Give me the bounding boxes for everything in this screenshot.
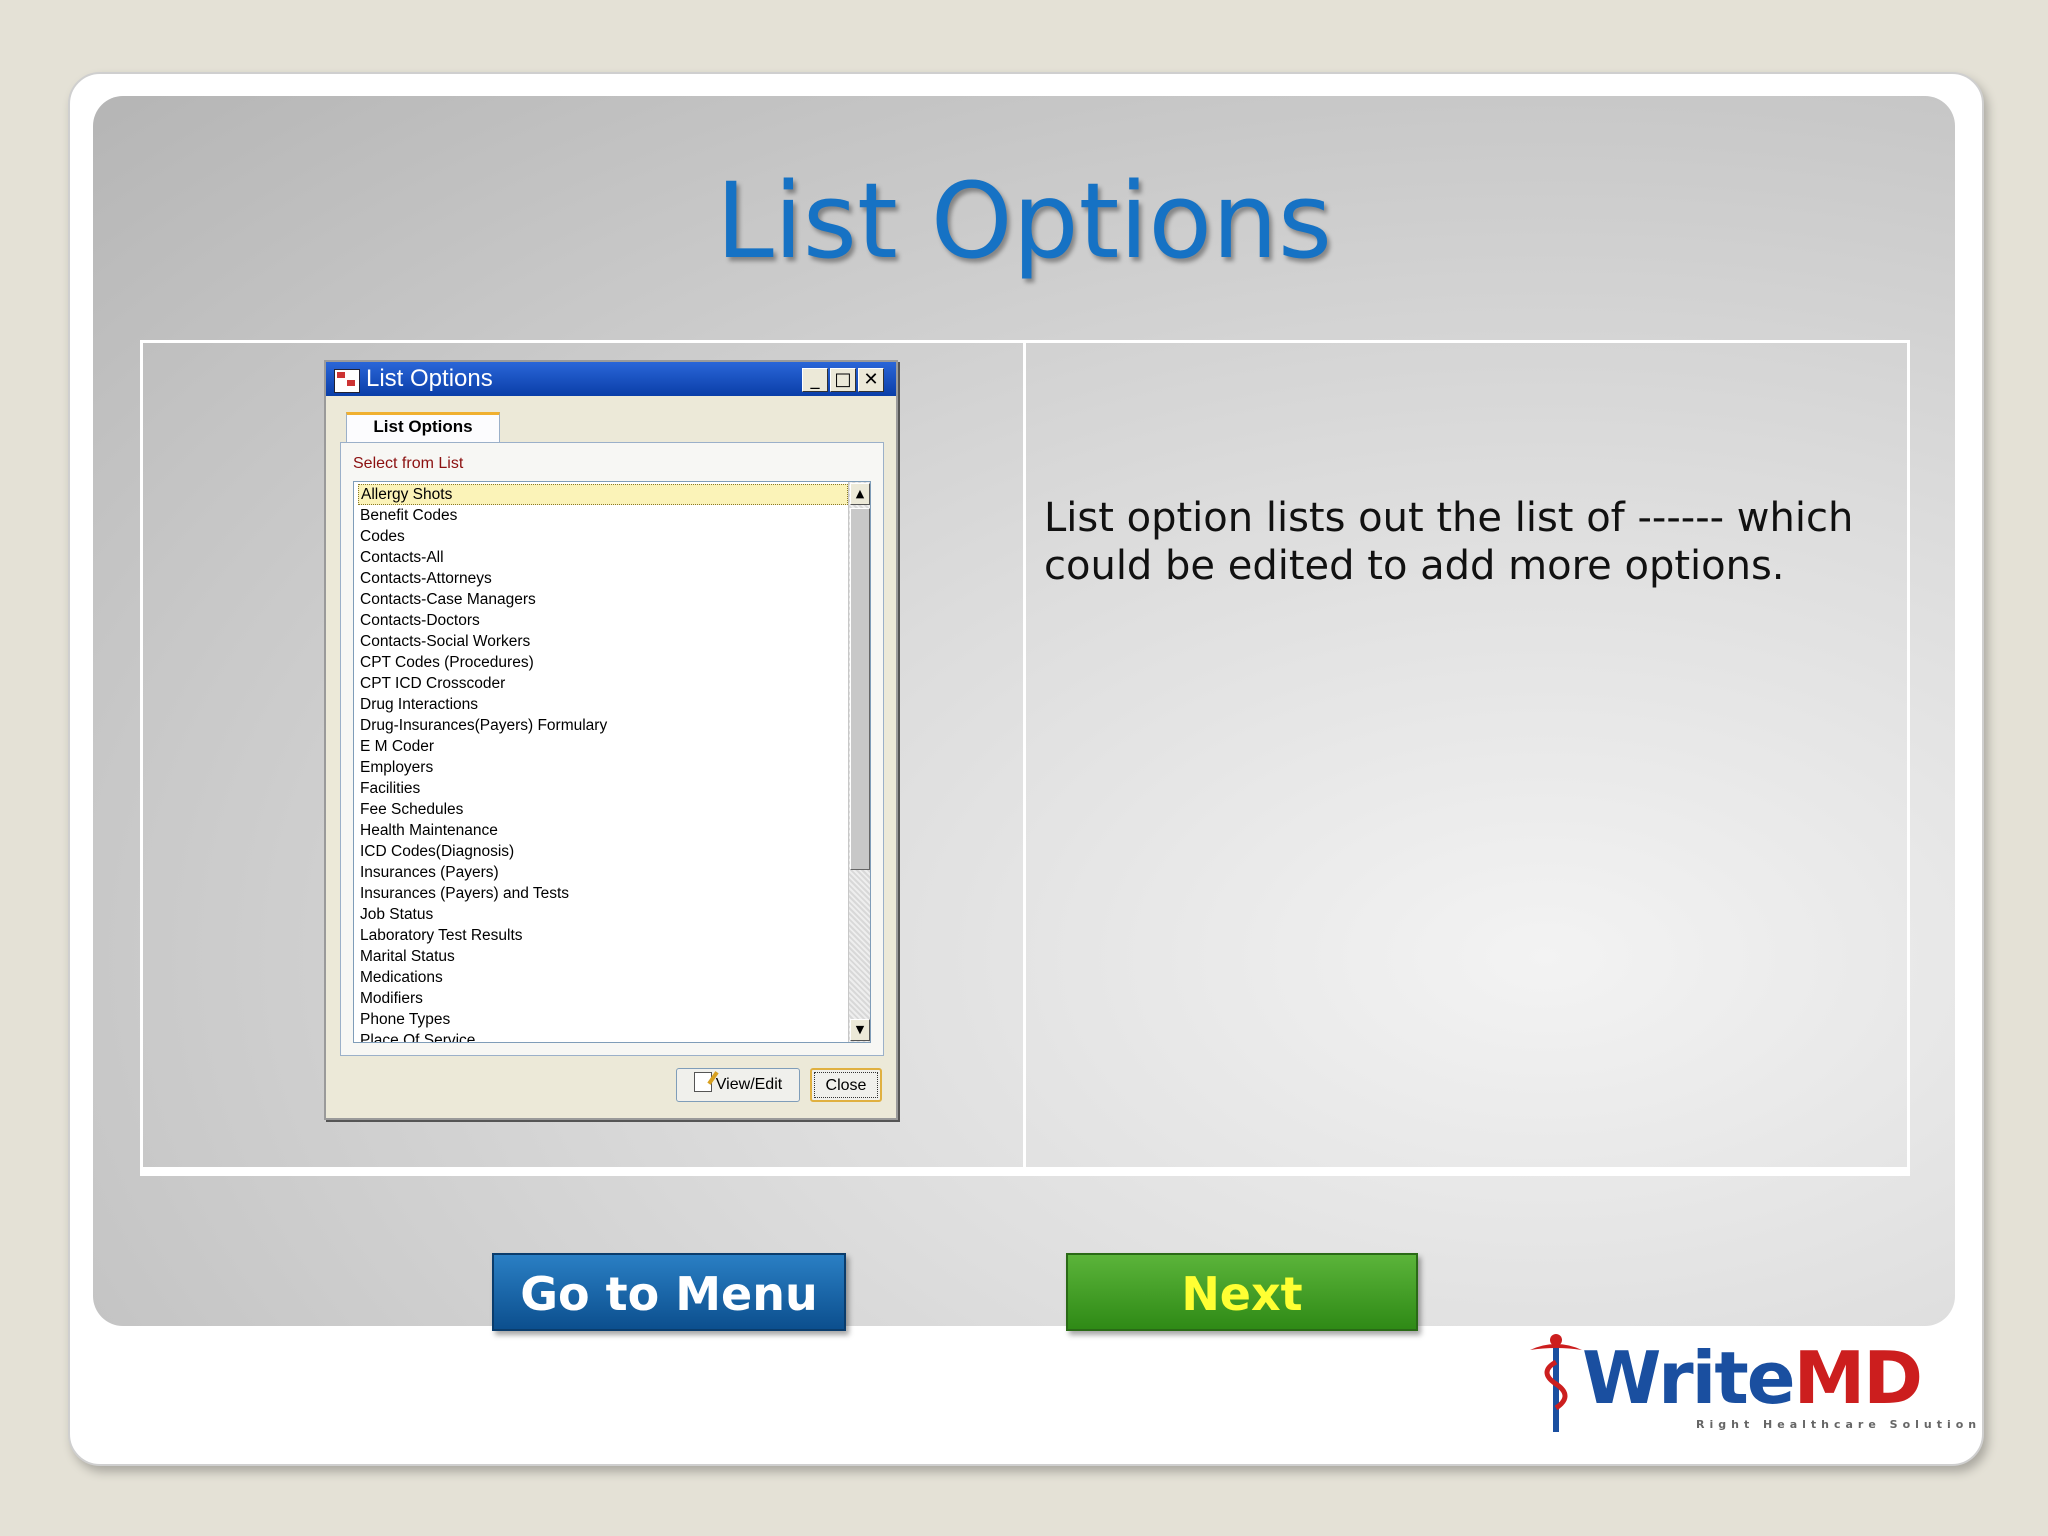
list-item[interactable]: Drug-Insurances(Payers) Formulary <box>358 715 848 736</box>
list-item[interactable]: Drug Interactions <box>358 694 848 715</box>
list-item[interactable]: Marital Status <box>358 946 848 967</box>
logo-write: Write <box>1582 1336 1796 1420</box>
table-divider <box>1023 343 1026 1167</box>
list-item[interactable]: CPT ICD Crosscoder <box>358 673 848 694</box>
list-item[interactable]: Job Status <box>358 904 848 925</box>
logo-tagline: Right Healthcare Solution <box>1696 1418 1982 1431</box>
table-bottom-border <box>140 1170 1910 1176</box>
slide-description: List option lists out the list of ------… <box>1044 495 1854 589</box>
list-items: Allergy Shots Benefit Codes Codes Contacts-… <box>358 484 848 1042</box>
list-item[interactable]: Contacts-All <box>358 547 848 568</box>
list-item[interactable]: Contacts-Attorneys <box>358 568 848 589</box>
slide-title: List Options <box>715 160 1333 282</box>
dialog-titlebar[interactable]: List Options _ □ ✕ <box>326 362 896 396</box>
listbox-scrollbar[interactable]: ▲ ▼ <box>848 482 870 1042</box>
list-item[interactable]: Contacts-Doctors <box>358 610 848 631</box>
list-item[interactable]: Employers <box>358 757 848 778</box>
list-item[interactable]: E M Coder <box>358 736 848 757</box>
scroll-down-button[interactable]: ▼ <box>850 1019 870 1041</box>
view-edit-button[interactable]: View/Edit <box>676 1068 800 1102</box>
list-item[interactable]: Benefit Codes <box>358 505 848 526</box>
minimize-button[interactable]: _ <box>802 368 828 392</box>
writemd-logo: WriteMD Right Healthcare Solution <box>1526 1332 1976 1436</box>
list-item[interactable]: Medications <box>358 967 848 988</box>
list-item[interactable]: CPT Codes (Procedures) <box>358 652 848 673</box>
options-listbox[interactable]: Allergy Shots Benefit Codes Codes Contacts-… <box>353 481 871 1043</box>
maximize-button[interactable]: □ <box>830 368 856 392</box>
close-window-button[interactable]: ✕ <box>858 368 884 392</box>
list-item[interactable]: Phone Types <box>358 1009 848 1030</box>
list-item[interactable]: Health Maintenance <box>358 820 848 841</box>
list-item[interactable]: Insurances (Payers) and Tests <box>358 883 848 904</box>
list-item[interactable]: Fee Schedules <box>358 799 848 820</box>
list-item[interactable]: ICD Codes(Diagnosis) <box>358 841 848 862</box>
app-icon <box>334 369 360 393</box>
list-item[interactable]: Codes <box>358 526 848 547</box>
go-to-menu-button[interactable]: Go to Menu <box>492 1253 846 1331</box>
caduceus-icon <box>1530 1334 1582 1432</box>
scroll-up-button[interactable]: ▲ <box>850 483 870 505</box>
tab-page: Select from List Allergy Shots Benefit Co… <box>340 442 884 1056</box>
tab-list-options[interactable]: List Options <box>346 412 500 442</box>
list-item[interactable]: Insurances (Payers) <box>358 862 848 883</box>
list-item[interactable]: Contacts-Social Workers <box>358 631 848 652</box>
list-item[interactable]: Modifiers <box>358 988 848 1009</box>
edit-icon <box>693 1072 712 1092</box>
next-button[interactable]: Next <box>1066 1253 1418 1331</box>
logo-wordmark: WriteMD <box>1582 1336 1923 1420</box>
list-item[interactable]: Facilities <box>358 778 848 799</box>
list-item[interactable]: Contacts-Case Managers <box>358 589 848 610</box>
list-options-dialog: List Options _ □ ✕ List Options Select f… <box>324 360 898 1120</box>
list-item[interactable]: Place Of Service <box>358 1030 848 1042</box>
scroll-thumb[interactable] <box>850 508 870 870</box>
select-from-list-label: Select from List <box>353 455 464 472</box>
list-item[interactable]: Laboratory Test Results <box>358 925 848 946</box>
logo-md: MD <box>1793 1336 1923 1420</box>
view-edit-label: View/Edit <box>715 1076 783 1093</box>
close-button[interactable]: Close <box>810 1068 882 1102</box>
list-item[interactable]: Allergy Shots <box>358 484 848 505</box>
window-title: List Options <box>366 365 493 392</box>
